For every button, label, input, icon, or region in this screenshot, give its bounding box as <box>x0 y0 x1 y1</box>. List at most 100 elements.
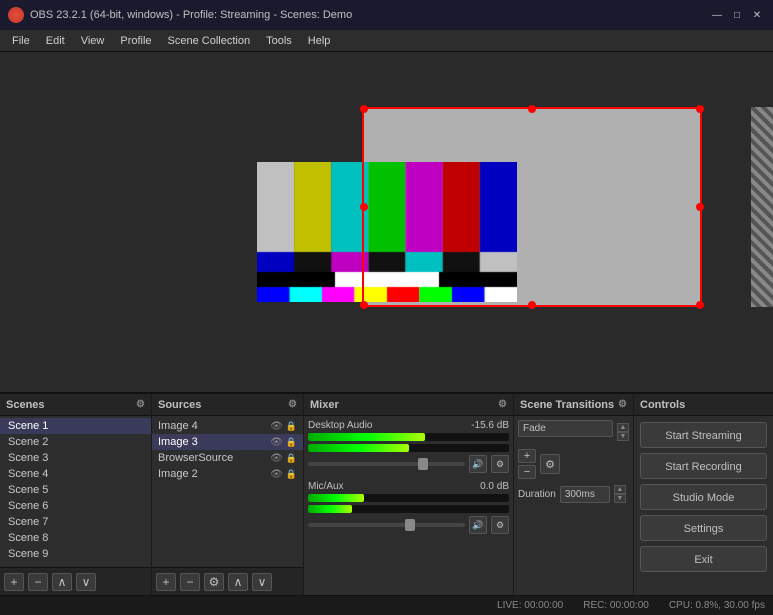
mic-aux-label: Mic/Aux <box>308 481 344 492</box>
mic-aux-fader-thumb[interactable] <box>405 519 415 531</box>
menu-item-scene-collection[interactable]: Scene Collection <box>160 33 259 49</box>
source-icons-0: 👁🔒 <box>270 421 297 432</box>
mic-aux-header: Mic/Aux 0.0 dB <box>308 481 509 492</box>
scene-item-6[interactable]: Scene 6 <box>0 498 151 514</box>
transition-spin-up[interactable]: ▲ <box>617 423 629 432</box>
scenes-toolbar: + − ∧ ∨ <box>0 567 151 595</box>
scene-item-5[interactable]: Scene 5 <box>0 482 151 498</box>
source-eye-1[interactable]: 👁 <box>270 437 283 448</box>
source-item-3[interactable]: Image 2👁🔒 <box>152 466 303 482</box>
scenes-down-button[interactable]: ∨ <box>76 573 96 591</box>
scenes-remove-button[interactable]: − <box>28 573 48 591</box>
source-lock-2[interactable]: 🔒 <box>286 453 297 464</box>
source-item-1[interactable]: Image 3👁🔒 <box>152 434 303 450</box>
menu-item-view[interactable]: View <box>73 33 113 49</box>
desktop-audio-meter-fill <box>308 433 425 441</box>
transition-select[interactable]: Fade <box>518 420 613 437</box>
sources-remove-button[interactable]: − <box>180 573 200 591</box>
duration-row: Duration 300ms ▲ ▼ <box>518 485 629 503</box>
duration-spin-up[interactable]: ▲ <box>614 485 626 494</box>
scenes-up-button[interactable]: ∧ <box>52 573 72 591</box>
mic-aux-db: 0.0 dB <box>480 481 509 492</box>
mic-aux-meter2-fill <box>308 505 352 513</box>
status-bar: LIVE: 00:00:00 REC: 00:00:00 CPU: 0.8%, … <box>0 595 773 615</box>
mixer-content: Desktop Audio -15.6 dB 🔊 ⚙ <box>304 416 513 595</box>
sources-add-button[interactable]: + <box>156 573 176 591</box>
duration-spin-down[interactable]: ▼ <box>614 494 626 503</box>
sources-down-button[interactable]: ∨ <box>252 573 272 591</box>
sources-title: Sources <box>158 399 201 411</box>
window-title: OBS 23.2.1 (64-bit, windows) - Profile: … <box>30 9 352 21</box>
start-recording-button[interactable]: Start Recording <box>640 453 767 479</box>
menu-item-help[interactable]: Help <box>300 33 339 49</box>
transition-spin-down[interactable]: ▼ <box>617 432 629 441</box>
mic-aux-mute-button[interactable]: 🔊 <box>469 516 487 534</box>
menu-item-profile[interactable]: Profile <box>112 33 159 49</box>
source-icons-1: 👁🔒 <box>270 437 297 448</box>
mixer-panel: Mixer ⚙ Desktop Audio -15.6 dB <box>304 394 514 595</box>
source-lock-1[interactable]: 🔒 <box>286 437 297 448</box>
close-button[interactable]: ✕ <box>749 7 765 23</box>
transitions-panel-header: Scene Transitions ⚙ <box>514 394 633 416</box>
scene-item-4[interactable]: Scene 4 <box>0 466 151 482</box>
mic-aux-meter-fill <box>308 494 364 502</box>
duration-spin[interactable]: ▲ ▼ <box>614 485 626 503</box>
transitions-panel-icon[interactable]: ⚙ <box>618 399 627 410</box>
source-item-0[interactable]: Image 4👁🔒 <box>152 418 303 434</box>
source-name-2: BrowserSource <box>158 452 233 464</box>
start-streaming-button[interactable]: Start Streaming <box>640 422 767 448</box>
scenes-title: Scenes <box>6 399 45 411</box>
desktop-audio-fader-thumb[interactable] <box>418 458 428 470</box>
mic-aux-fader[interactable] <box>308 523 465 527</box>
scene-item-8[interactable]: Scene 8 <box>0 530 151 546</box>
scene-item-2[interactable]: Scene 2 <box>0 434 151 450</box>
scenes-add-button[interactable]: + <box>4 573 24 591</box>
sources-panel-icon[interactable]: ⚙ <box>288 399 297 410</box>
source-eye-2[interactable]: 👁 <box>270 453 283 464</box>
scenes-panel-icon[interactable]: ⚙ <box>136 399 145 410</box>
transition-remove-button[interactable]: − <box>518 465 536 479</box>
transition-settings-button[interactable]: ⚙ <box>540 454 560 474</box>
menu-item-tools[interactable]: Tools <box>258 33 300 49</box>
sources-up-button[interactable]: ∧ <box>228 573 248 591</box>
transition-add-button[interactable]: + <box>518 449 536 463</box>
desktop-audio-mute-button[interactable]: 🔊 <box>469 455 487 473</box>
controls-panel: Controls Start Streaming Start Recording… <box>634 394 773 595</box>
transition-spin[interactable]: ▲ ▼ <box>617 423 629 441</box>
sources-settings-button[interactable]: ⚙ <box>204 573 224 591</box>
mixer-panel-icon[interactable]: ⚙ <box>498 399 507 410</box>
studio-mode-button[interactable]: Studio Mode <box>640 484 767 510</box>
exit-button[interactable]: Exit <box>640 546 767 572</box>
settings-button[interactable]: Settings <box>640 515 767 541</box>
source-eye-0[interactable]: 👁 <box>270 421 283 432</box>
cpu-status: CPU: 0.8%, 30.00 fps <box>669 600 765 611</box>
preview-area <box>0 52 773 392</box>
source-eye-3[interactable]: 👁 <box>270 469 283 480</box>
duration-input[interactable]: 300ms <box>560 486 610 503</box>
scene-item-9[interactable]: Scene 9 <box>0 546 151 562</box>
scene-item-7[interactable]: Scene 7 <box>0 514 151 530</box>
desktop-audio-label: Desktop Audio <box>308 420 373 431</box>
menu-item-file[interactable]: File <box>4 33 38 49</box>
controls-title: Controls <box>640 399 685 411</box>
scene-item-3[interactable]: Scene 3 <box>0 450 151 466</box>
desktop-audio-meter2 <box>308 444 509 452</box>
obs-icon <box>8 7 24 23</box>
window-controls[interactable]: — □ ✕ <box>709 7 765 23</box>
minimize-button[interactable]: — <box>709 7 725 23</box>
test-pattern-canvas <box>257 162 517 302</box>
title-bar: OBS 23.2.1 (64-bit, windows) - Profile: … <box>0 0 773 30</box>
source-lock-3[interactable]: 🔒 <box>286 469 297 480</box>
maximize-button[interactable]: □ <box>729 7 745 23</box>
desktop-audio-settings-button[interactable]: ⚙ <box>491 455 509 473</box>
mixer-title: Mixer <box>310 399 339 411</box>
scenes-list: Scene 1Scene 2Scene 3Scene 4Scene 5Scene… <box>0 416 151 567</box>
desktop-audio-fader-row: 🔊 ⚙ <box>308 455 509 473</box>
desktop-audio-fader[interactable] <box>308 462 465 466</box>
source-item-2[interactable]: BrowserSource 👁🔒 <box>152 450 303 466</box>
source-lock-0[interactable]: 🔒 <box>286 421 297 432</box>
mic-aux-settings-button[interactable]: ⚙ <box>491 516 509 534</box>
menu-item-edit[interactable]: Edit <box>38 33 73 49</box>
scene-item-1[interactable]: Scene 1 <box>0 418 151 434</box>
scenes-panel: Scenes ⚙ Scene 1Scene 2Scene 3Scene 4Sce… <box>0 394 152 595</box>
